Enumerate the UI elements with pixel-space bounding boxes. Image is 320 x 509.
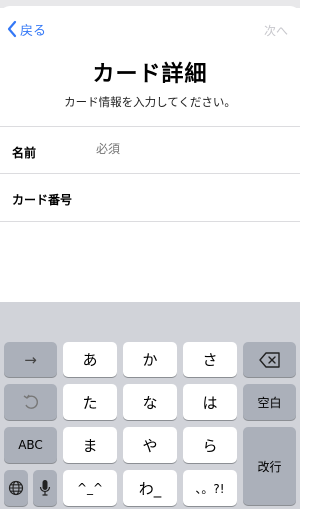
card-number-label: カード番号: [12, 193, 73, 207]
chevron-left-icon: [7, 20, 17, 38]
emoticon-key[interactable]: ^_^: [63, 470, 117, 506]
delete-key[interactable]: [243, 342, 296, 377]
key-ya[interactable]: や: [123, 427, 177, 463]
divider: [0, 173, 300, 174]
arrow-right-icon: →: [24, 350, 37, 369]
card-number-field[interactable]: [96, 189, 286, 203]
divider: [0, 221, 300, 222]
key-wa[interactable]: わ_: [123, 470, 177, 506]
backspace-icon: [258, 351, 280, 368]
navigation-bar: 戻る 次へ: [0, 14, 300, 44]
key-ra[interactable]: ら: [183, 427, 237, 463]
punctuation-key[interactable]: 、。?!: [183, 470, 237, 506]
page-subtitle: カード情報を入力してください。: [64, 95, 236, 109]
page-title: カード詳細: [92, 62, 208, 87]
name-label: 名前: [12, 146, 37, 160]
key-ka[interactable]: か: [123, 342, 177, 377]
space-key[interactable]: 空白: [243, 384, 296, 420]
globe-key[interactable]: [4, 470, 28, 506]
return-key[interactable]: 改行: [243, 427, 296, 505]
undo-key[interactable]: [4, 384, 57, 420]
microphone-key[interactable]: [33, 470, 57, 506]
abc-key[interactable]: ABC: [4, 427, 57, 463]
divider: [0, 126, 300, 127]
key-ma[interactable]: ま: [63, 427, 117, 463]
back-button[interactable]: 戻る: [6, 18, 46, 40]
name-field[interactable]: [96, 142, 286, 156]
microphone-icon: [39, 480, 51, 496]
back-label: 戻る: [20, 23, 47, 39]
key-na[interactable]: な: [123, 384, 177, 420]
japanese-kana-keyboard: → あ か さ た な は 空白 ABC ま や ら 改行 ^_^ わ_ 、。?…: [0, 302, 300, 509]
key-sa[interactable]: さ: [183, 342, 237, 377]
globe-icon: [8, 480, 24, 496]
key-ta[interactable]: た: [63, 384, 117, 420]
undo-icon: [23, 394, 38, 409]
next-button[interactable]: 次へ: [264, 22, 288, 39]
key-a[interactable]: あ: [63, 342, 117, 377]
key-ha[interactable]: は: [183, 384, 237, 420]
arrow-right-key[interactable]: →: [4, 342, 57, 377]
